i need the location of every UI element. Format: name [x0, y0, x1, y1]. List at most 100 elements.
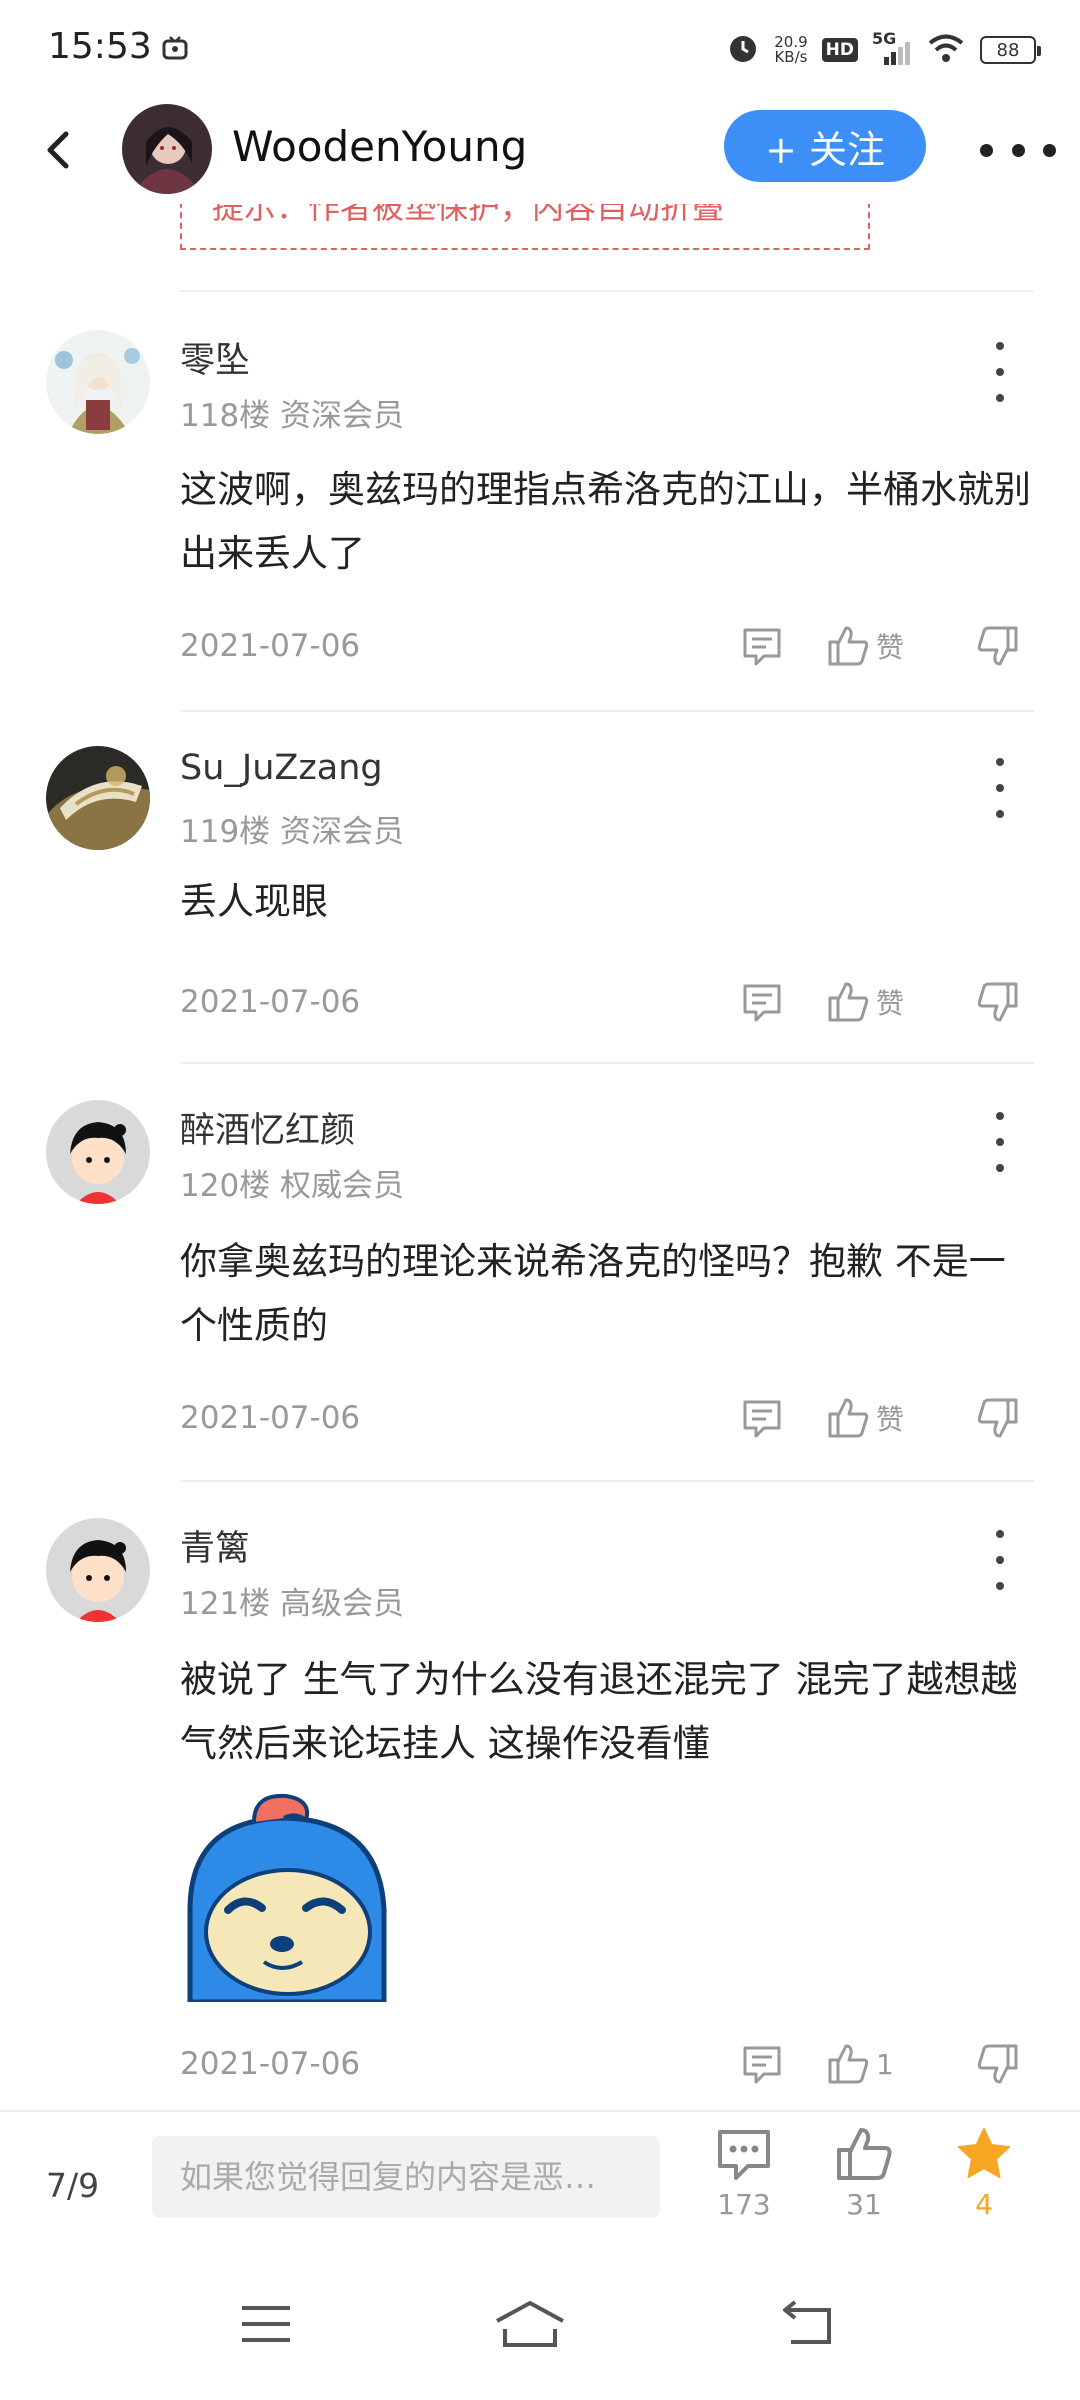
menu-nav-button[interactable]: [226, 2294, 306, 2354]
back-button[interactable]: [30, 120, 90, 180]
commenter-avatar[interactable]: [46, 1100, 150, 1204]
signal-icon: 5G: [872, 29, 912, 67]
comment-footer: 2021-07-06 赞: [0, 1388, 1080, 1448]
favorite-button[interactable]: 4: [934, 2126, 1034, 2246]
commenter-avatar[interactable]: [46, 330, 150, 434]
comment-bubble-icon: [718, 2130, 770, 2180]
dislike-button[interactable]: [976, 976, 1020, 1028]
thumbs-down-icon: [977, 2044, 1018, 2084]
bottom-action-bar: 7/9 173 31 4: [0, 2110, 1080, 2250]
author-avatar[interactable]: [122, 104, 212, 194]
comment-body: 丢人现眼: [180, 880, 328, 923]
chevron-left-icon: [47, 131, 69, 169]
status-bar: 15:53 20.9 KB/s HD 5G 88: [0, 0, 1080, 96]
commenter-name[interactable]: 青篱: [180, 1520, 250, 1571]
comment-menu-button[interactable]: [980, 1112, 1020, 1172]
thumbs-down-icon: [977, 626, 1018, 666]
likes-button[interactable]: 31: [814, 2126, 914, 2246]
dot-icon: [996, 368, 1004, 376]
net-speed-unit: KB/s: [774, 48, 808, 66]
comment-menu-button[interactable]: [980, 342, 1020, 402]
commenter-avatar[interactable]: [46, 1518, 150, 1622]
header: WoodenYoung + 关注: [0, 96, 1080, 204]
comment-footer: 2021-07-06 1: [0, 2034, 1080, 2094]
divider: [180, 1480, 1034, 1482]
thumbs-up-icon: [828, 626, 869, 666]
commenter-name[interactable]: Su_JuZzang: [180, 748, 383, 788]
dot-icon: [996, 784, 1004, 792]
like-button[interactable]: 赞: [826, 976, 904, 1028]
thumbs-up-icon: [828, 982, 869, 1022]
divider: [180, 1062, 1034, 1064]
comment-body: 被说了 生气了为什么没有退还混完了 混完了越想越气然后来论坛挂人 这操作没看懂: [180, 1658, 1018, 1765]
battery-icon: 88: [980, 36, 1041, 64]
like-label: 赞: [876, 1403, 905, 1436]
commenter-name[interactable]: 零坠: [180, 332, 250, 383]
like-button[interactable]: 赞: [826, 620, 904, 672]
comment-date: 2021-07-06: [180, 2046, 361, 2082]
like-count: 31: [846, 2188, 882, 2221]
follow-button[interactable]: + 关注: [724, 110, 926, 182]
home-nav-button[interactable]: [490, 2294, 570, 2354]
author-name[interactable]: WoodenYoung: [232, 122, 527, 171]
dislike-button[interactable]: [976, 2038, 1020, 2090]
floor-and-rank: 120楼 权威会员: [180, 1168, 405, 1204]
commenter-avatar[interactable]: [46, 746, 150, 850]
back-nav-button[interactable]: [768, 2294, 848, 2354]
alarm-icon: [726, 31, 760, 69]
like-button[interactable]: 赞: [826, 1392, 904, 1444]
reply-input[interactable]: [152, 2136, 660, 2218]
comment-icon: [743, 628, 781, 666]
dot-icon: [996, 1556, 1004, 1564]
dot-icon: [1011, 143, 1025, 157]
menu-icon: [242, 2306, 290, 2342]
tv-icon: [162, 36, 188, 64]
comment-date: 2021-07-06: [180, 1400, 361, 1436]
thumbs-down-icon: [977, 1398, 1018, 1438]
page-indicator[interactable]: 7/9: [46, 2166, 99, 2205]
floor-and-rank: 118楼 资深会员: [180, 398, 405, 434]
more-options-button[interactable]: [980, 124, 1056, 176]
reply-button[interactable]: [740, 2038, 784, 2090]
follow-label: + 关注: [765, 127, 885, 172]
sticker-image[interactable]: [184, 1790, 390, 2002]
home-icon: [496, 2301, 564, 2347]
divider: [180, 290, 1034, 292]
thumbs-up-icon: [828, 1398, 869, 1438]
dot-icon: [996, 1582, 1004, 1590]
comment-date: 2021-07-06: [180, 628, 361, 664]
divider: [180, 710, 1034, 712]
commenter-name[interactable]: 醉酒忆红颜: [180, 1102, 355, 1153]
reply-button[interactable]: [740, 976, 784, 1028]
comment-body: 你拿奥兹玛的理论来说希洛克的怪吗？抱歉 不是一个性质的: [180, 1240, 1006, 1347]
comment-footer: 2021-07-06 赞: [0, 616, 1080, 676]
like-button[interactable]: 1: [826, 2038, 894, 2090]
dot-icon: [996, 1138, 1004, 1146]
dot-icon: [996, 758, 1004, 766]
system-nav-bar: [0, 2250, 1080, 2400]
wifi-icon: [926, 32, 966, 68]
dislike-button[interactable]: [976, 1392, 1020, 1444]
dot-icon: [1043, 143, 1056, 157]
comment-menu-button[interactable]: [980, 1530, 1020, 1590]
reply-button[interactable]: [740, 620, 784, 672]
floor-and-rank: 121楼 高级会员: [180, 1586, 405, 1622]
star-icon: [958, 2128, 1010, 2178]
favorite-count: 4: [975, 2188, 993, 2221]
dot-icon: [996, 394, 1004, 402]
dislike-button[interactable]: [976, 620, 1020, 672]
like-count: 1: [876, 2047, 894, 2081]
comment-icon: [743, 2046, 781, 2084]
comment-date: 2021-07-06: [180, 984, 361, 1020]
status-icons: 20.9 KB/s HD 5G 88: [726, 29, 1041, 70]
comments-button[interactable]: 173: [694, 2126, 794, 2246]
floor-and-rank: 119楼 资深会员: [180, 814, 405, 850]
reply-button[interactable]: [740, 1392, 784, 1444]
like-label: 赞: [876, 987, 905, 1020]
comment-menu-button[interactable]: [980, 758, 1020, 818]
thumbs-up-icon: [828, 2044, 869, 2084]
thumbs-up-icon: [837, 2128, 892, 2180]
back-arrow-icon: [783, 2300, 831, 2344]
comment-icon: [743, 984, 781, 1022]
thumbs-down-icon: [977, 982, 1018, 1022]
